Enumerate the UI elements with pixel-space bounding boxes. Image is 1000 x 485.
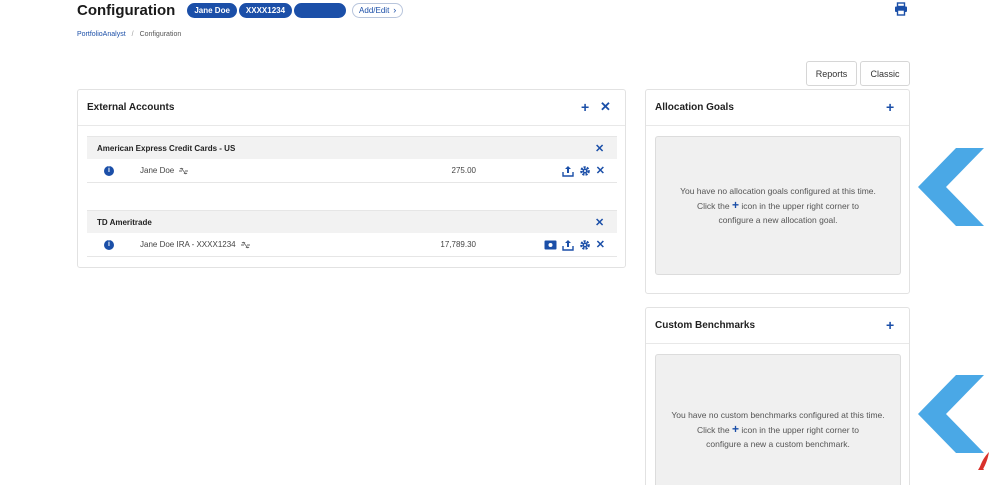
custom-benchmarks-title: Custom Benchmarks <box>655 320 756 331</box>
gear-icon[interactable] <box>579 165 591 177</box>
account-group-td: TD Ameritrade ✕ i Jane Doe IRA - XXXX123… <box>87 210 617 257</box>
add-edit-label: Add/Edit <box>359 5 390 15</box>
unlink-icon <box>240 241 250 249</box>
external-accounts-header: External Accounts + ✕ <box>78 90 625 126</box>
account-name-label: Jane Doe IRA - XXXX1234 <box>140 240 236 249</box>
print-icon[interactable] <box>894 2 908 16</box>
group-header: American Express Credit Cards - US ✕ <box>87 136 617 159</box>
plus-icon: + <box>731 421 739 436</box>
close-icon[interactable]: ✕ <box>596 164 605 177</box>
allocation-goals-card: Allocation Goals + You have no allocatio… <box>645 89 910 294</box>
breadcrumb-separator: / <box>131 31 134 38</box>
account-group-amex: American Express Credit Cards - US ✕ i J… <box>87 136 617 183</box>
gear-icon[interactable] <box>579 239 591 251</box>
page-title: Configuration <box>77 1 176 19</box>
account-name: Jane Doe <box>140 166 189 175</box>
row-actions: ✕ <box>562 164 605 177</box>
custom-benchmarks-card: Custom Benchmarks + You have no custom b… <box>645 307 910 485</box>
reports-button[interactable]: Reports <box>806 61 857 86</box>
unlink-icon <box>179 167 189 175</box>
account-pill-name[interactable]: Jane Doe <box>187 2 237 18</box>
info-icon[interactable]: i <box>104 239 114 250</box>
allocation-goals-title: Allocation Goals <box>655 102 734 113</box>
chevron-left-icon <box>918 375 984 453</box>
empty-message-line3: configure a new a custom benchmark. <box>706 438 850 449</box>
breadcrumb: PortfolioAnalyst / Configuration <box>77 31 181 38</box>
account-value: 17,789.30 <box>440 240 476 249</box>
group-name: American Express Credit Cards - US <box>97 143 236 153</box>
account-name-label: Jane Doe <box>140 166 175 175</box>
brand-logo-icon <box>978 452 989 470</box>
classic-button[interactable]: Classic <box>860 61 910 86</box>
close-icon[interactable]: ✕ <box>596 238 605 251</box>
allocation-goals-empty-state: You have no allocation goals configured … <box>655 136 901 275</box>
account-name: Jane Doe IRA - XXXX1234 <box>140 240 251 249</box>
account-row: i Jane Doe IRA - XXXX1234 17,789.30 ✕ <box>87 233 617 257</box>
plus-icon: + <box>731 198 739 212</box>
empty-message-line2: Click the + icon in the upper right corn… <box>697 198 859 213</box>
close-icon[interactable]: ✕ <box>595 216 604 230</box>
empty-message-line1: You have no custom benchmarks configured… <box>671 409 885 420</box>
account-value: 275.00 <box>451 166 476 175</box>
empty-message-line1: You have no allocation goals configured … <box>680 186 876 196</box>
empty-message-pre: Click the <box>696 201 730 211</box>
chevron-right-icon: › <box>393 5 397 15</box>
close-icon[interactable]: ✕ <box>595 142 604 156</box>
add-edit-button[interactable]: Add/Edit › <box>352 2 404 18</box>
custom-benchmarks-header: Custom Benchmarks + <box>646 308 909 344</box>
group-name: TD Ameritrade <box>97 217 152 227</box>
group-header: TD Ameritrade ✕ <box>87 210 617 233</box>
empty-message-post: icon in the upper right corner to <box>741 201 859 211</box>
plus-icon[interactable]: + <box>886 318 894 332</box>
breadcrumb-root[interactable]: PortfolioAnalyst <box>77 31 126 38</box>
close-icon[interactable]: ✕ <box>600 100 611 114</box>
breadcrumb-current: Configuration <box>139 31 182 38</box>
info-icon[interactable]: i <box>104 165 114 176</box>
empty-message-pre: Click the <box>696 424 730 435</box>
external-accounts-card: External Accounts + ✕ American Express C… <box>77 89 626 268</box>
custom-benchmarks-empty-state: You have no custom benchmarks configured… <box>655 354 901 485</box>
card-icon[interactable] <box>544 240 557 250</box>
empty-message-post: icon in the upper right corner to <box>741 424 859 435</box>
external-accounts-title: External Accounts <box>87 102 175 113</box>
allocation-goals-header: Allocation Goals + <box>646 90 909 126</box>
empty-message-line2: Click the + icon in the upper right corn… <box>697 422 859 437</box>
upload-icon[interactable] <box>562 165 574 177</box>
account-row: i Jane Doe 275.00 ✕ <box>87 159 617 183</box>
chevron-left-icon <box>918 148 984 226</box>
plus-icon[interactable]: + <box>886 100 894 114</box>
account-pill-number[interactable]: XXXX1234 <box>238 2 293 18</box>
empty-message-line3: configure a new allocation goal. <box>718 215 838 225</box>
upload-icon[interactable] <box>562 239 574 251</box>
page-header: Configuration Jane Doe XXXX1234 Add/Edit… <box>77 0 404 20</box>
plus-icon[interactable]: + <box>581 100 589 114</box>
row-actions: ✕ <box>544 238 605 251</box>
account-pill-extra[interactable] <box>294 2 347 18</box>
